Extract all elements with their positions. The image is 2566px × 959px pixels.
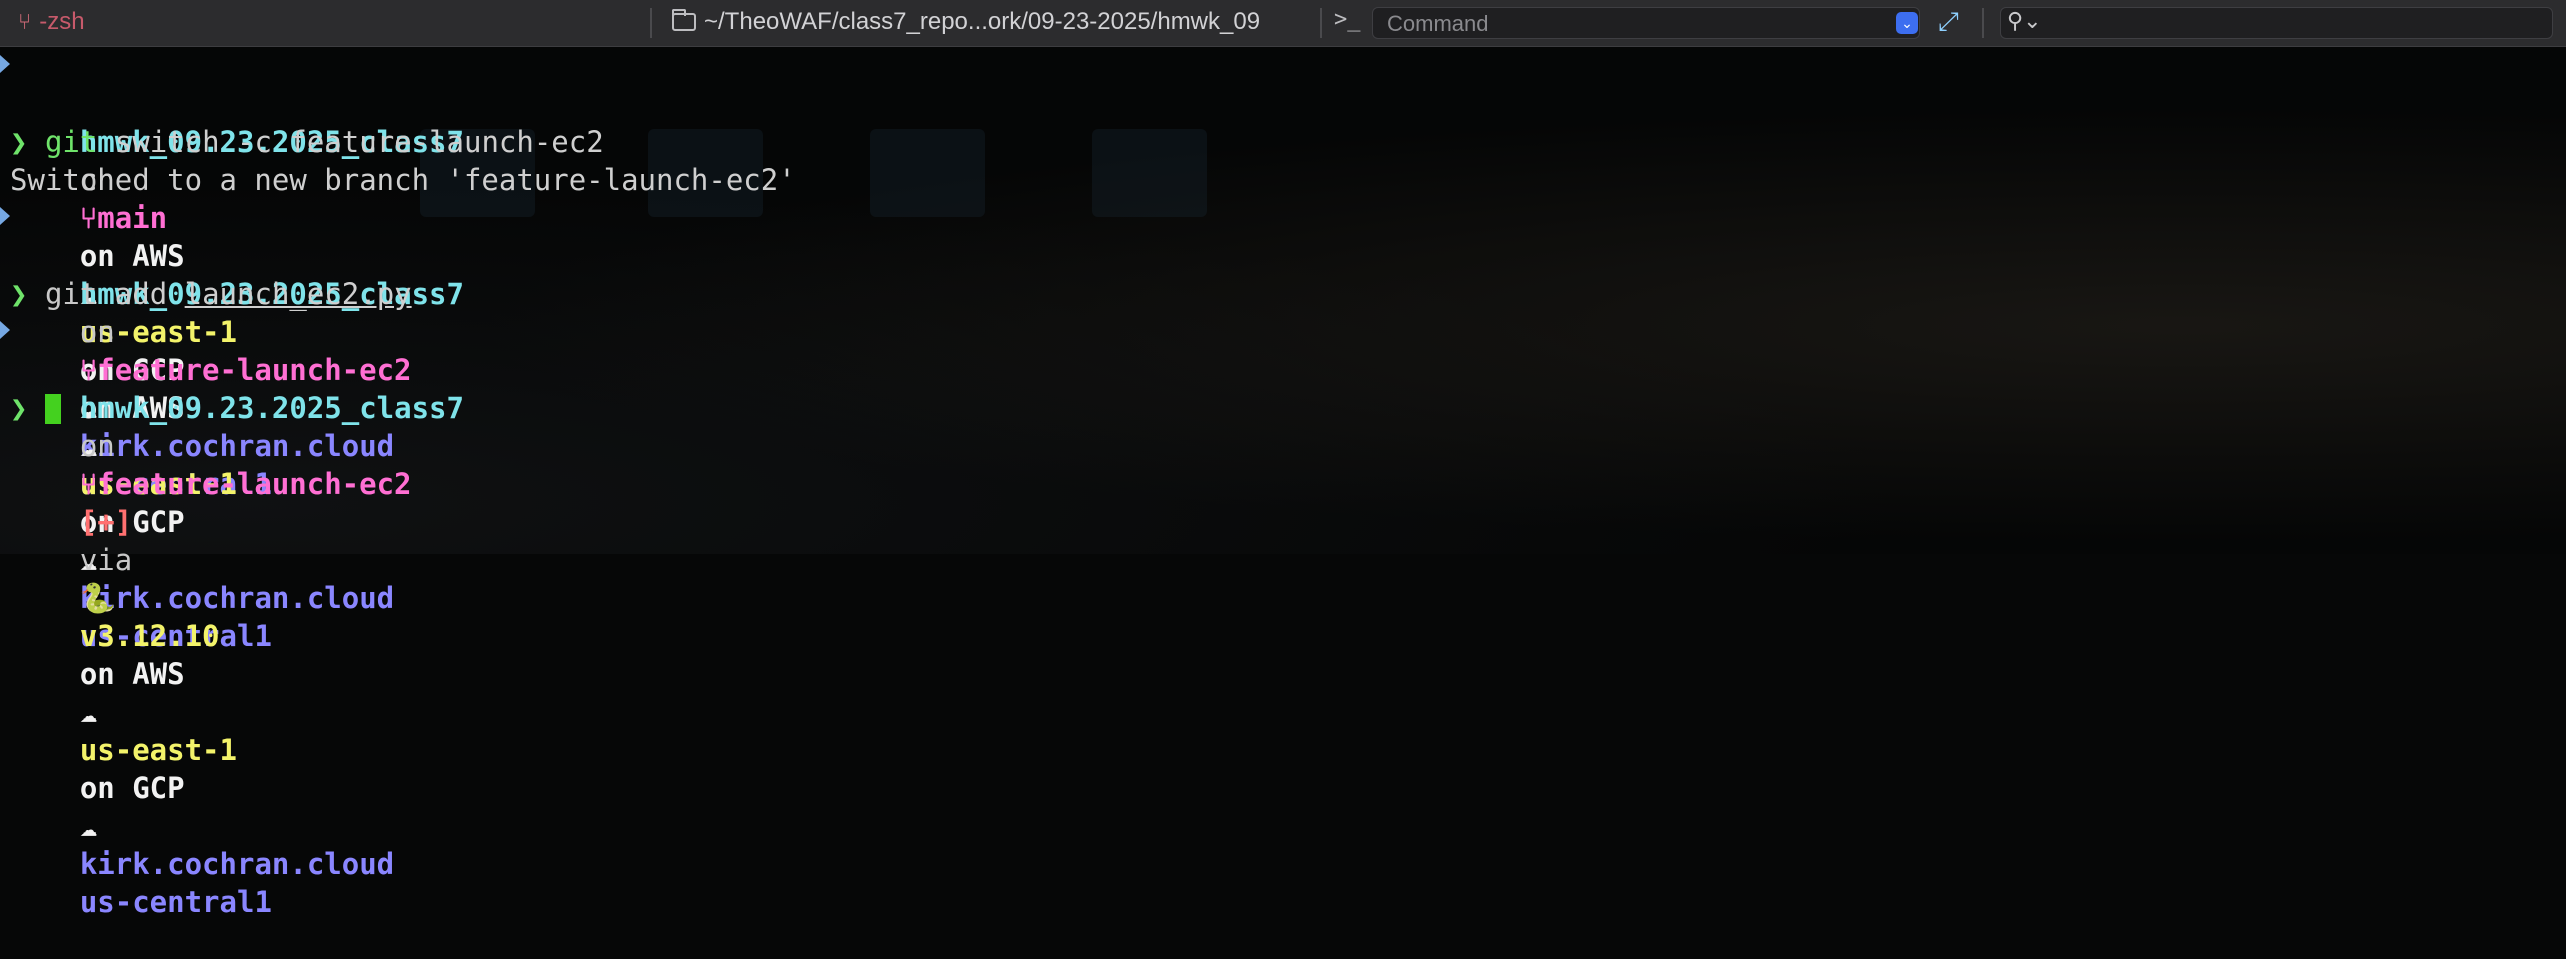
terminal-output[interactable]: hmwk_09.23.2025_class7 on ⑂main on AWS ☁… <box>0 47 2566 919</box>
branch-icon: ⑂ <box>79 201 98 235</box>
branch-icon: ⑂ <box>18 9 32 34</box>
prompt-word: on <box>79 315 115 349</box>
cloud-icon: ☁ <box>79 695 98 729</box>
background-shape <box>870 129 985 217</box>
background-shape <box>1092 129 1207 217</box>
command-line: ❯ git add launch_ec2.py <box>10 275 412 313</box>
cloud-icon: ☁ <box>79 809 98 843</box>
aws-label: on AWS <box>79 657 185 691</box>
chevron-down-icon[interactable]: ⌄ <box>1896 12 1918 34</box>
prompt-word: on <box>79 429 115 463</box>
gcp-region: us-central1 <box>79 885 272 919</box>
git-branch: main <box>97 201 168 235</box>
via-label: via <box>79 543 133 577</box>
command-prompt-icon: >_ <box>1334 7 1361 32</box>
prompt-char: ❯ <box>10 277 28 311</box>
prompt-mark <box>0 321 10 339</box>
prompt-mark <box>0 207 10 225</box>
aws-region: us-east-1 <box>79 733 237 767</box>
file-argument: launch_ec2.py <box>184 277 412 311</box>
current-path[interactable]: ~/TheoWAF/class7_repo...ork/09-23-2025/h… <box>672 8 1260 36</box>
command-line: ❯ git switch -c feature-launch-ec2 <box>10 123 604 161</box>
command-name: git <box>44 125 98 159</box>
command-line[interactable]: ❯ <box>10 389 61 427</box>
prompt-line: hmwk_09.23.2025_class7 on ⑂feature-launc… <box>10 351 464 959</box>
toolbar-divider <box>1320 8 1322 38</box>
branch-icon: ⑂ <box>79 467 98 501</box>
gcp-label: on GCP <box>79 771 185 805</box>
gcp-project: kirk.cochran.cloud <box>79 847 395 881</box>
command-placeholder: Command <box>1387 11 1489 36</box>
prompt-char: ❯ <box>10 125 28 159</box>
command-args: add <box>114 277 185 311</box>
expand-icon[interactable]: ⤢ <box>1938 6 1959 38</box>
toolbar-divider <box>1982 8 1984 38</box>
prompt-char: ❯ <box>10 391 28 425</box>
text-cursor <box>44 394 61 424</box>
command-name: git <box>44 277 98 311</box>
search-input[interactable] <box>2000 7 2553 39</box>
search-icon[interactable]: ⚲⌄ <box>2007 8 2042 34</box>
git-status: [+] <box>79 505 133 539</box>
command-input[interactable]: Command <box>1372 7 1920 39</box>
git-branch: feature-launch-ec2 <box>97 467 412 501</box>
output-text: Switched to a new branch 'feature-launch… <box>10 163 796 197</box>
toolbar-divider <box>650 8 652 38</box>
terminal-toolbar: ⑂ -zsh ~/TheoWAF/class7_repo...ork/09-23… <box>0 0 2566 47</box>
command-output: Switched to a new branch 'feature-launch… <box>10 161 796 199</box>
session-tab[interactable]: ⑂ -zsh <box>18 8 85 36</box>
path-label: ~/TheoWAF/class7_repo...ork/09-23-2025/h… <box>704 8 1261 35</box>
python-version: v3.12.10 <box>79 619 220 653</box>
prompt-mark <box>0 55 10 73</box>
session-title: -zsh <box>39 8 85 35</box>
command-args: switch -c feature-launch-ec2 <box>114 125 604 159</box>
python-icon: 🐍 <box>79 581 116 615</box>
folder-icon <box>672 9 696 31</box>
directory-name: hmwk_09.23.2025_class7 <box>79 391 464 425</box>
